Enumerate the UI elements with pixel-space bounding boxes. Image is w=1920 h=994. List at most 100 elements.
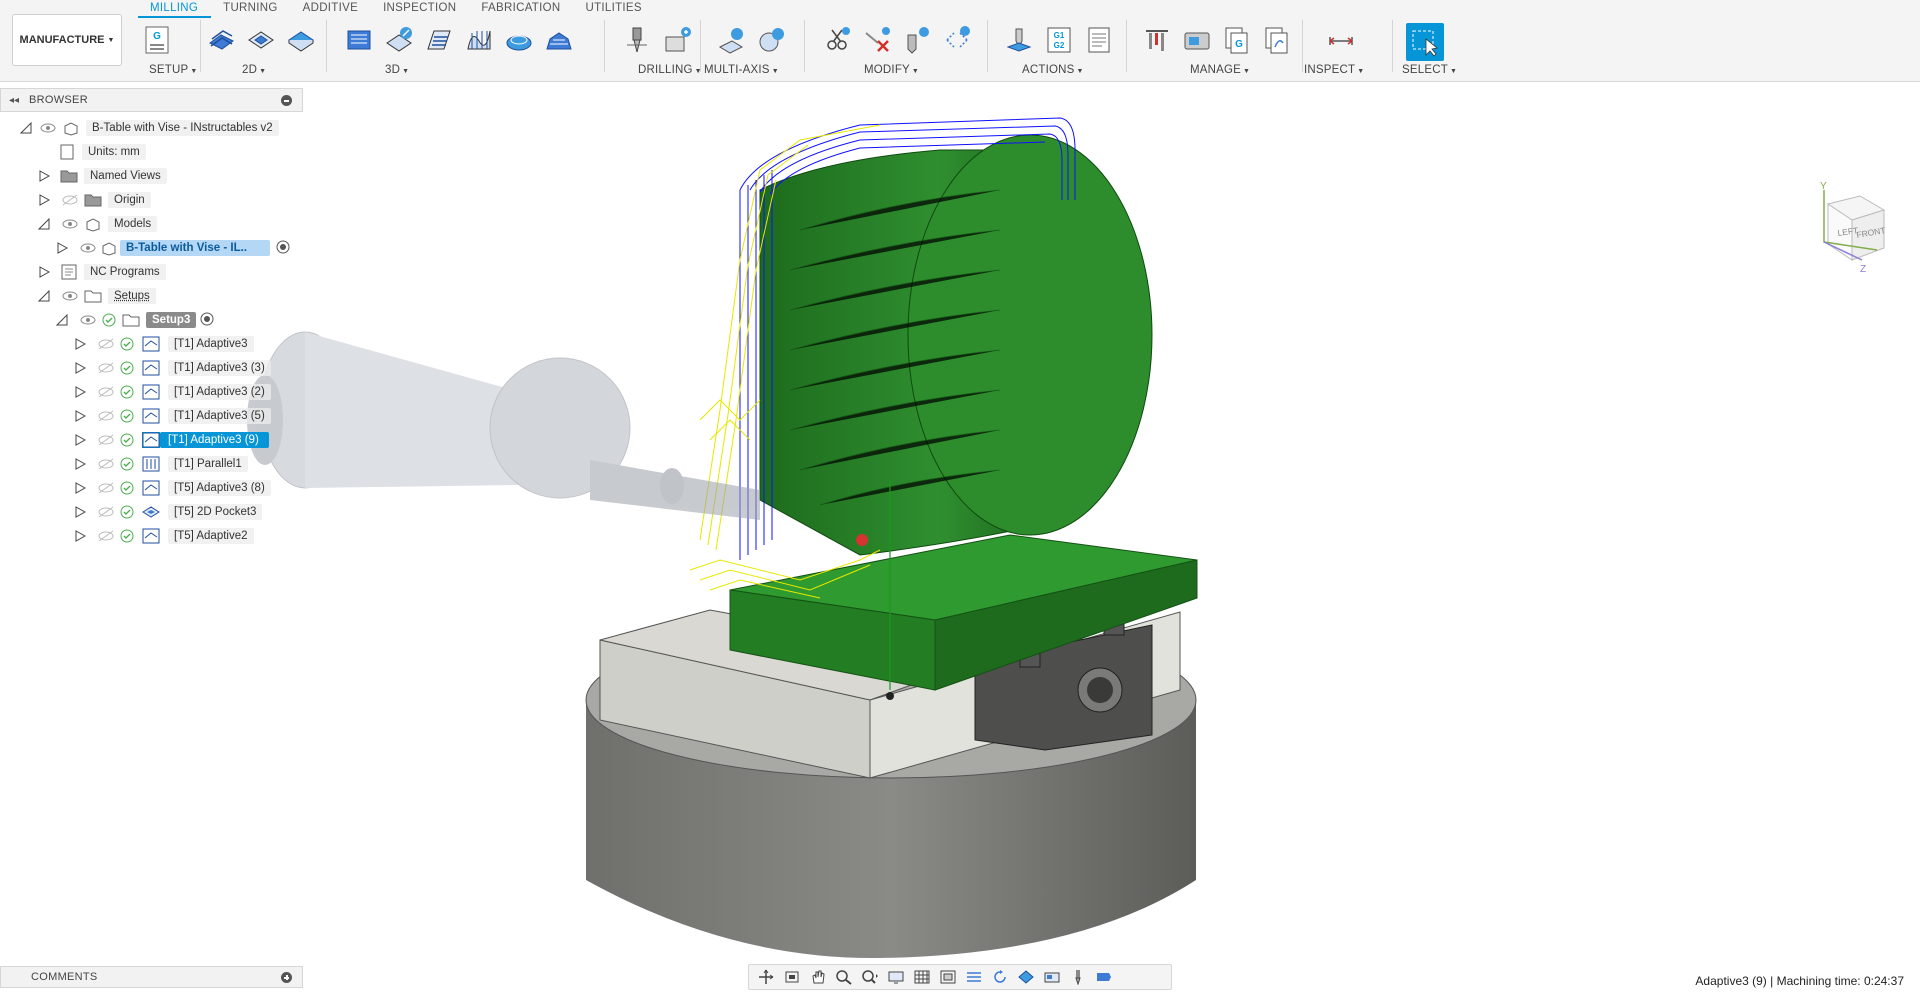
tree-row-origin[interactable]: Origin [38,190,151,210]
expanded-triangle-icon[interactable] [56,314,68,326]
reorder-toolpath-icon[interactable] [940,23,974,57]
pocket-2d-icon[interactable] [244,23,278,57]
activate-radio-icon[interactable] [276,240,290,257]
drill-icon[interactable] [620,23,654,57]
tree-row-root[interactable]: B-Table with Vise - INstructables v2 [20,118,279,138]
expanded-triangle-icon[interactable] [20,122,32,134]
tab-fabrication[interactable]: FABRICATION [469,0,573,18]
tab-utilities[interactable]: UTILITIES [573,0,654,18]
visibility-eye-hidden-icon[interactable] [98,362,114,374]
select-menu[interactable]: SELECT ▼ [1402,64,1457,76]
display-settings-icon[interactable] [885,968,907,986]
tree-row-operation[interactable]: [T5] Adaptive3 (8) [74,478,271,498]
tree-row-operation[interactable]: [T1] Adaptive3 (2) [74,382,271,402]
visibility-eye-hidden-icon[interactable] [98,530,114,542]
collapsed-triangle-icon[interactable] [74,506,86,518]
visibility-eye-hidden-icon[interactable] [98,458,114,470]
machine-display-icon[interactable] [1041,968,1063,986]
visibility-eye-hidden-icon[interactable] [98,386,114,398]
2d-menu[interactable]: 2D ▼ [242,64,266,76]
browser-minimize-button[interactable] [281,95,292,106]
simulate-icon[interactable] [1002,23,1036,57]
toolpath-display-icon[interactable] [963,968,985,986]
template-library-icon[interactable] [1260,23,1294,57]
tree-row-operation[interactable]: [T1] Adaptive3 (3) [74,358,271,378]
add-comment-button[interactable] [281,972,292,983]
manage-menu[interactable]: MANAGE ▼ [1190,64,1250,76]
tree-row-operation[interactable]: [T1] Parallel1 [74,454,248,474]
collapsed-triangle-icon[interactable] [74,530,86,542]
tree-row-setups[interactable]: Setups [38,286,156,306]
setup-sheet-icon[interactable] [1082,23,1116,57]
collapse-panel-icon[interactable]: ◂◂ [9,95,25,106]
collapsed-triangle-icon[interactable] [38,194,50,206]
stock-display-icon[interactable] [1015,968,1037,986]
tree-row-units[interactable]: Units: mm [58,142,146,162]
look-at-icon[interactable] [781,968,803,986]
visibility-eye-icon[interactable] [62,290,78,302]
visibility-eye-icon[interactable] [80,314,96,326]
machine-library-icon[interactable] [1180,23,1214,57]
pocket-clearing-3d-icon[interactable] [382,23,416,57]
collapsed-triangle-icon[interactable] [74,362,86,374]
visibility-eye-hidden-icon[interactable] [98,506,114,518]
visibility-eye-hidden-icon[interactable] [62,194,78,206]
tree-row-named-views[interactable]: Named Views [38,166,167,186]
tool-library-icon[interactable] [1140,23,1174,57]
grid-settings-icon[interactable] [911,968,933,986]
viewport-canvas[interactable]: LEFT FRONT Y Z [0,82,1920,962]
collapsed-triangle-icon[interactable] [56,242,68,254]
tree-row-setup3[interactable]: Setup3 [56,310,214,330]
collapsed-triangle-icon[interactable] [38,266,50,278]
scallop-icon[interactable] [542,23,576,57]
collapsed-triangle-icon[interactable] [74,338,86,350]
modify-menu[interactable]: MODIFY ▼ [864,64,919,76]
viewports-icon[interactable] [937,968,959,986]
tree-row-operation[interactable]: [T1] Adaptive3 (5) [74,406,271,426]
steep-shallow-icon[interactable] [422,23,456,57]
post-library-icon[interactable]: G [1220,23,1254,57]
tree-row-models[interactable]: Models [38,214,158,234]
rotate-icon[interactable] [989,968,1011,986]
collapsed-triangle-icon[interactable] [74,434,86,446]
multi-axis-menu[interactable]: MULTI-AXIS ▼ [704,64,779,76]
adaptive-clearing-2d-icon[interactable] [204,23,238,57]
workspace-switcher[interactable]: MANUFACTURE ▼ [12,14,122,66]
tab-milling[interactable]: MILLING [138,0,212,18]
multi-axis-contour-icon[interactable] [754,23,788,57]
tree-row-model-item[interactable]: B-Table with Vise - IL.. [56,238,290,258]
tree-row-operation-selected[interactable]: [T1] Adaptive3 (9) [74,430,269,450]
expanded-triangle-icon[interactable] [38,218,50,230]
post-process-icon[interactable]: G1 G2 [1042,23,1076,57]
visibility-eye-icon[interactable] [80,242,96,254]
visibility-eye-hidden-icon[interactable] [98,338,114,350]
tree-row-operation[interactable]: [T1] Adaptive3 [74,334,254,354]
setup-menu[interactable]: SETUP ▼ [149,64,197,76]
collapsed-triangle-icon[interactable] [74,482,86,494]
expanded-triangle-icon[interactable] [38,290,50,302]
visibility-eye-hidden-icon[interactable] [98,482,114,494]
visibility-eye-hidden-icon[interactable] [98,434,114,446]
tab-inspection[interactable]: INSPECTION [371,0,469,18]
select-icon[interactable] [1406,23,1444,61]
tab-additive[interactable]: ADDITIVE [291,0,371,18]
collapsed-triangle-icon[interactable] [74,458,86,470]
collapsed-triangle-icon[interactable] [74,410,86,422]
tab-turning[interactable]: TURNING [211,0,291,18]
tree-row-operation[interactable]: [T5] 2D Pocket3 [74,502,263,522]
actions-menu[interactable]: ACTIONS ▼ [1022,64,1084,76]
3d-menu[interactable]: 3D ▼ [385,64,409,76]
inspect-menu[interactable]: INSPECT ▼ [1304,64,1364,76]
new-setup-icon[interactable]: G [140,23,174,57]
edit-toolpath-icon[interactable] [900,23,934,57]
tree-row-operation[interactable]: [T5] Adaptive2 [74,526,254,546]
drilling-menu[interactable]: DRILLING ▼ [638,64,702,76]
contour-icon[interactable] [502,23,536,57]
pan-hand-icon[interactable] [807,968,829,986]
comments-panel-header[interactable]: COMMENTS [0,966,303,988]
view-cube[interactable]: LEFT FRONT Y Z [1802,181,1892,277]
visibility-eye-hidden-icon[interactable] [98,410,114,422]
parallel-icon[interactable] [462,23,496,57]
activate-radio-icon[interactable] [200,312,214,329]
face-icon[interactable] [284,23,318,57]
